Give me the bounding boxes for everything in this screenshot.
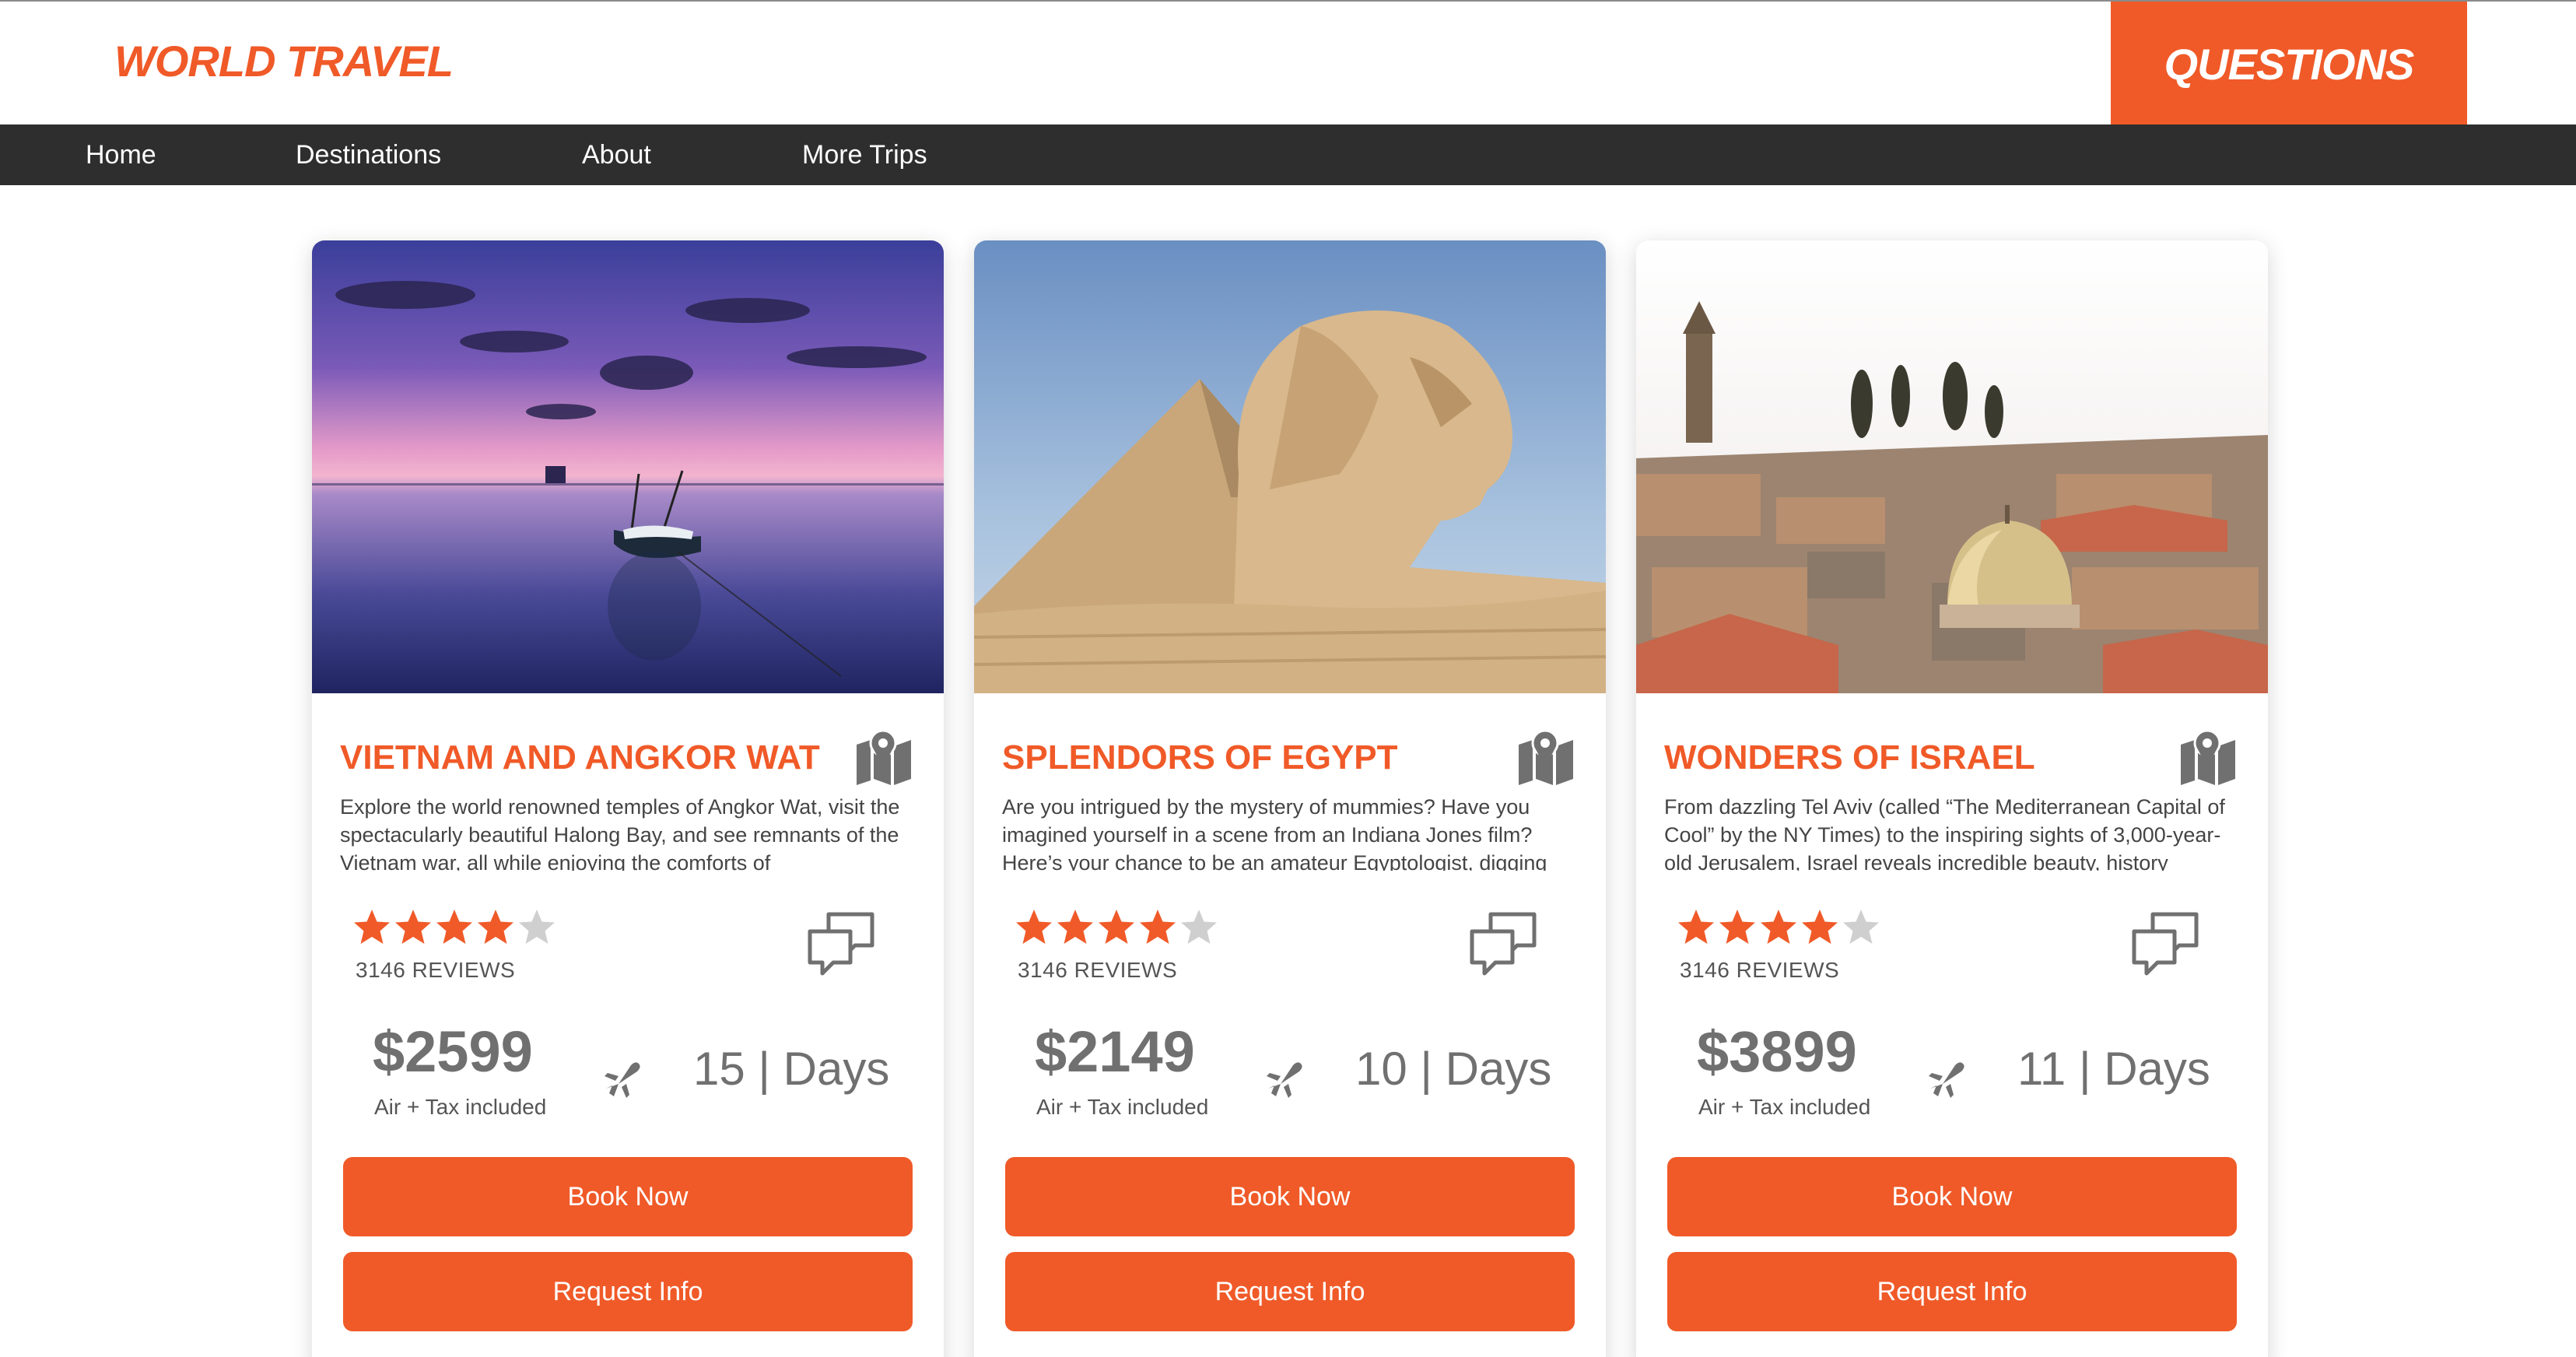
- review-count[interactable]: 3146 REVIEWS: [356, 958, 515, 983]
- trip-description: Explore the world renowned temples of An…: [340, 795, 900, 871]
- plane-icon: [1929, 1062, 1964, 1098]
- star-filled-icon: [1678, 910, 1714, 944]
- trip-description: From dazzling Tel Aviv (called “The Medi…: [1664, 795, 2225, 871]
- star-filled-icon: [436, 910, 472, 944]
- trip-duration: 11 | Days: [2017, 1043, 2210, 1095]
- trip-duration: 10 | Days: [1355, 1043, 1552, 1095]
- vietnam-photo[interactable]: [312, 240, 944, 693]
- book-now-button[interactable]: Book Now: [1005, 1157, 1575, 1236]
- trip-description: Are you intrigued by the mystery of mumm…: [1002, 795, 1547, 871]
- rating-stars: [1015, 908, 1218, 948]
- chat-icon[interactable]: [1467, 908, 1539, 977]
- star-empty-icon: [519, 910, 555, 944]
- price-note: Air + Tax included: [374, 1095, 547, 1119]
- star-empty-icon: [1843, 910, 1879, 944]
- questions-button[interactable]: QUESTIONS: [2111, 2, 2467, 126]
- page: WORLD TRAVEL QUESTIONS Home Destinations…: [0, 0, 2576, 1357]
- star-filled-icon: [354, 910, 390, 944]
- review-count[interactable]: 3146 REVIEWS: [1680, 958, 1839, 983]
- nav-item-about[interactable]: About: [582, 124, 651, 185]
- star-filled-icon: [395, 910, 431, 944]
- star-filled-icon: [1016, 910, 1052, 944]
- egypt-photo[interactable]: [974, 240, 1606, 693]
- trip-price: $3899: [1697, 1019, 1857, 1084]
- chat-icon[interactable]: [805, 908, 877, 977]
- site-header: WORLD TRAVEL QUESTIONS: [0, 0, 2576, 126]
- star-filled-icon: [1802, 910, 1838, 944]
- star-filled-icon: [1140, 910, 1176, 944]
- rating-stars: [352, 908, 556, 948]
- nav-item-more-trips[interactable]: More Trips: [802, 124, 927, 185]
- request-info-button[interactable]: Request Info: [343, 1252, 913, 1331]
- trip-title[interactable]: SPLENDORS OF EGYPT: [1002, 738, 1398, 777]
- brand-logo[interactable]: WORLD TRAVEL: [114, 36, 454, 86]
- star-filled-icon: [1719, 910, 1755, 944]
- request-info-button[interactable]: Request Info: [1005, 1252, 1575, 1331]
- main-nav: Home Destinations About More Trips: [0, 124, 2576, 185]
- plane-icon: [1267, 1062, 1302, 1098]
- trip-duration: 15 | Days: [693, 1043, 890, 1095]
- book-now-button[interactable]: Book Now: [343, 1157, 913, 1236]
- trip-title[interactable]: WONDERS OF ISRAEL: [1664, 738, 2035, 777]
- request-info-button[interactable]: Request Info: [1667, 1252, 2237, 1331]
- price-note: Air + Tax included: [1036, 1095, 1209, 1119]
- star-empty-icon: [1181, 910, 1217, 944]
- trip-card-israel: WONDERS OF ISRAEL From dazzling Tel Aviv…: [1636, 240, 2268, 1357]
- trip-price: $2149: [1035, 1019, 1195, 1084]
- star-filled-icon: [1761, 910, 1796, 944]
- trip-card-egypt: SPLENDORS OF EGYPT Are you intrigued by …: [974, 240, 1606, 1357]
- nav-item-home[interactable]: Home: [86, 124, 156, 185]
- price-note: Air + Tax included: [1698, 1095, 1871, 1119]
- plane-icon: [605, 1062, 640, 1098]
- star-filled-icon: [1099, 910, 1134, 944]
- book-now-button[interactable]: Book Now: [1667, 1157, 2237, 1236]
- nav-item-destinations[interactable]: Destinations: [296, 124, 441, 185]
- trip-title[interactable]: VIETNAM AND ANGKOR WAT: [340, 738, 820, 777]
- review-count[interactable]: 3146 REVIEWS: [1018, 958, 1177, 983]
- star-filled-icon: [1057, 910, 1093, 944]
- israel-photo[interactable]: [1636, 240, 2268, 693]
- map-icon[interactable]: [1516, 729, 1576, 785]
- rating-stars: [1677, 908, 1880, 948]
- map-icon[interactable]: [2178, 729, 2238, 785]
- star-filled-icon: [478, 910, 513, 944]
- map-icon[interactable]: [853, 729, 914, 785]
- chat-icon[interactable]: [2129, 908, 2201, 977]
- trip-price: $2599: [373, 1019, 533, 1084]
- trip-card-vietnam: VIETNAM AND ANGKOR WAT Explore the world…: [312, 240, 944, 1357]
